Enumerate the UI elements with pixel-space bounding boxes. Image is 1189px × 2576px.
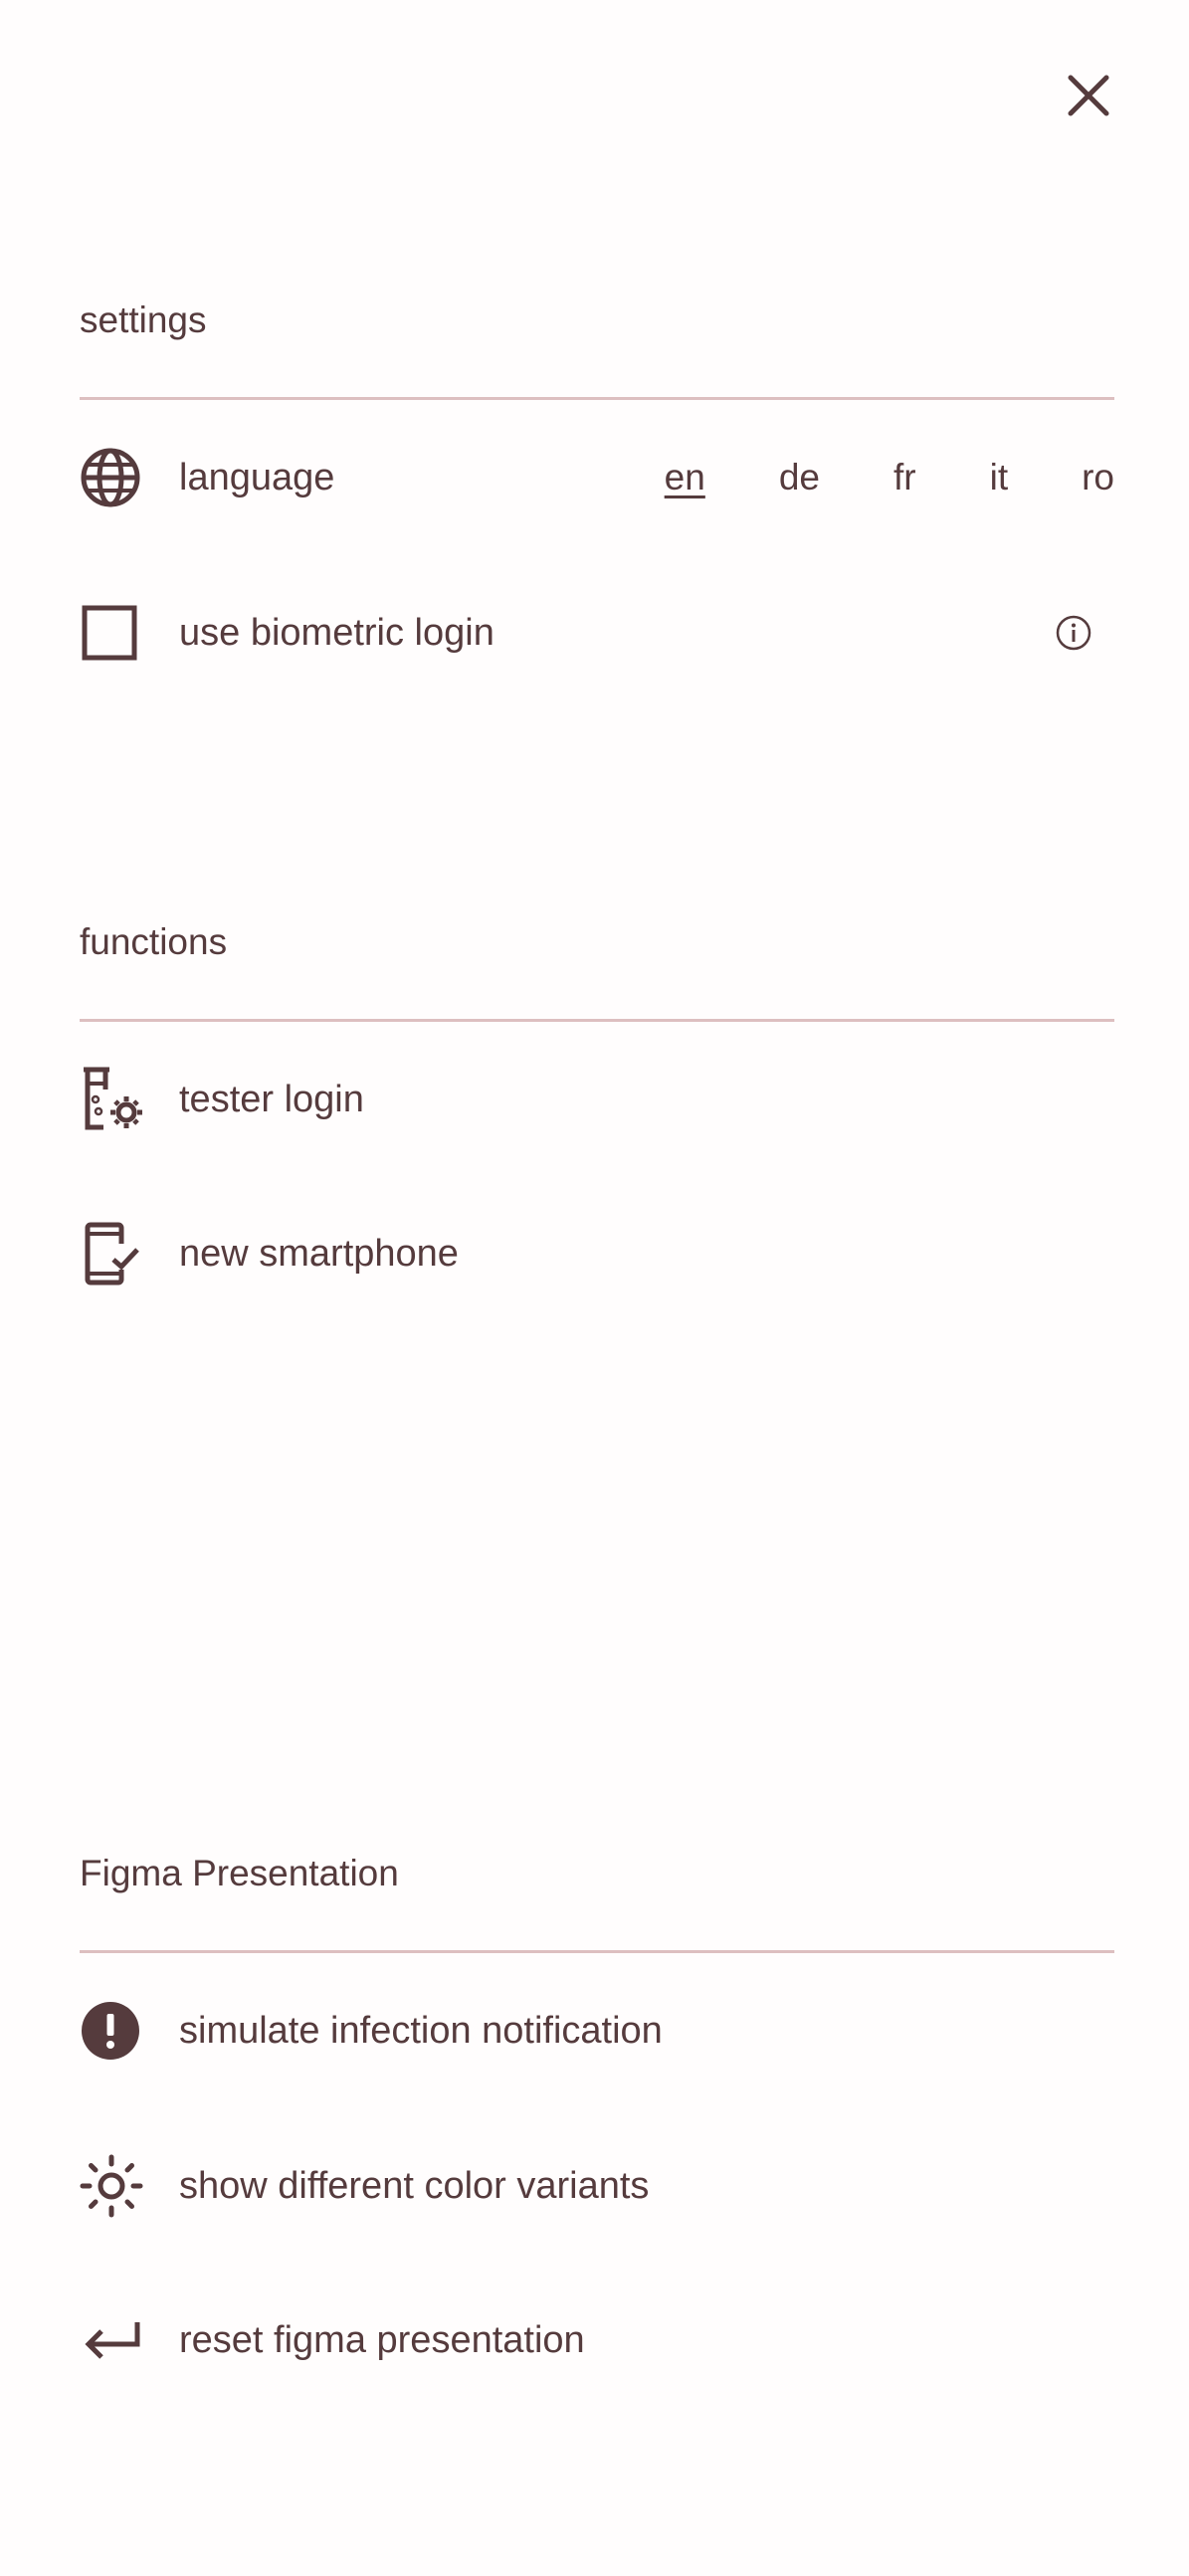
language-option-de[interactable]: de <box>779 456 820 499</box>
function-label-tester-login: tester login <box>179 1079 364 1120</box>
function-label-new-smartphone: new smartphone <box>179 1233 459 1275</box>
functions-divider <box>80 1019 1114 1022</box>
figma-item-reset-presentation[interactable]: reset figma presentation <box>80 2300 1114 2380</box>
info-icon <box>1055 614 1092 652</box>
figma-label-simulate-infection: simulate infection notification <box>179 2010 663 2052</box>
close-icon <box>1067 74 1110 117</box>
figma-item-color-variants[interactable]: show different color variants <box>80 2146 1114 2226</box>
close-button[interactable] <box>1059 66 1118 125</box>
language-option-fr[interactable]: fr <box>893 456 916 499</box>
settings-section-title: settings <box>80 299 207 340</box>
biometric-label[interactable]: use biometric login <box>179 610 495 656</box>
test-tube-gear-icon <box>80 1066 147 1133</box>
biometric-checkbox[interactable] <box>80 599 147 667</box>
figma-label-color-variants: show different color variants <box>179 2165 650 2207</box>
smartphone-check-icon <box>80 1220 147 1288</box>
language-option-it[interactable]: it <box>990 456 1009 499</box>
figma-item-simulate-infection[interactable]: simulate infection notification <box>80 1991 1114 2071</box>
figma-label-reset-presentation: reset figma presentation <box>179 2319 585 2361</box>
language-option-ro[interactable]: ro <box>1082 456 1114 499</box>
function-item-tester-login[interactable]: tester login <box>80 1060 1114 1139</box>
sun-icon <box>80 2152 147 2220</box>
globe-icon <box>80 444 147 511</box>
figma-section-title: Figma Presentation <box>80 1853 399 1893</box>
alert-circle-icon <box>80 1997 147 2065</box>
biometric-info-button[interactable] <box>1053 612 1094 654</box>
biometric-row: use biometric login <box>80 593 1114 673</box>
language-label: language <box>179 457 335 498</box>
function-item-new-smartphone[interactable]: new smartphone <box>80 1214 1114 1293</box>
settings-divider <box>80 397 1114 400</box>
return-arrow-icon <box>80 2306 147 2374</box>
figma-divider <box>80 1950 1114 1953</box>
language-options: en de fr it ro <box>665 438 1114 517</box>
language-row: language en de fr it ro <box>80 438 1114 517</box>
language-option-en[interactable]: en <box>665 456 705 499</box>
functions-section-title: functions <box>80 921 228 962</box>
